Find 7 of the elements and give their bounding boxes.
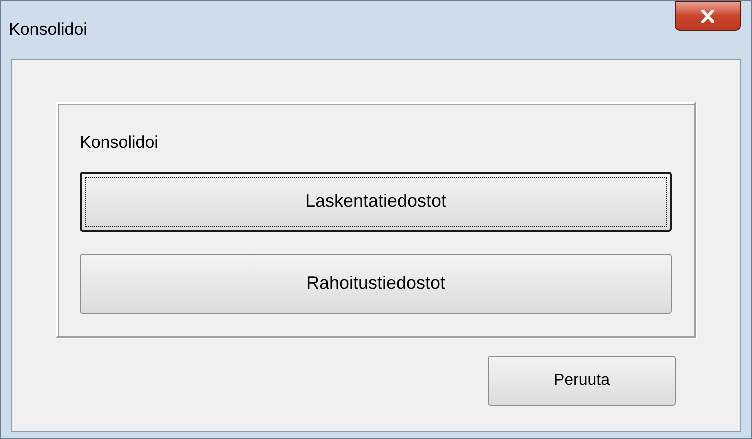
window-title: Konsolidoi [9, 19, 88, 41]
group-label: Konsolidoi [80, 132, 160, 154]
option-button[interactable]: Rahoitustiedostot [80, 254, 672, 314]
close-icon [701, 10, 715, 22]
cancel-button[interactable]: Peruuta [488, 356, 676, 406]
close-button[interactable] [675, 1, 741, 31]
option-button[interactable]: Laskentatiedostot [80, 172, 672, 232]
